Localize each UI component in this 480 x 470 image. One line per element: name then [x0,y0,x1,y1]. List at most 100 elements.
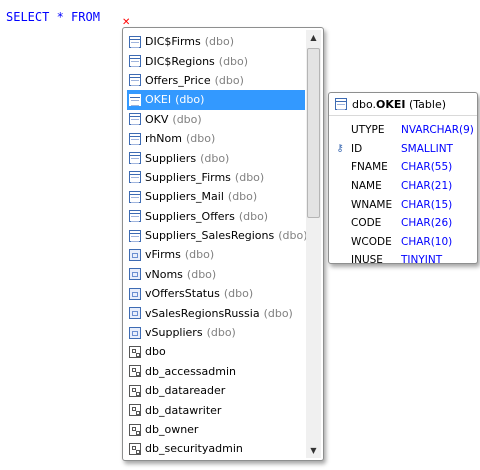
autocomplete-item[interactable]: db_accessadmin [127,362,305,381]
view-icon [129,287,141,300]
column-row: NAME CHAR(21) [329,177,477,196]
scrollbar[interactable]: ▲ ▼ [306,30,321,458]
item-schema: (dbo) [238,209,269,223]
column-list: UTYPE NVARCHAR(9) ⚷ ID SMALLINT FNAME CHAR(55)… [329,121,477,264]
column-name: CODE [351,217,382,230]
column-type: TINYINT [401,254,443,264]
table-icon [129,229,141,242]
autocomplete-item[interactable]: vOffersStatus (dbo) [127,284,305,303]
scrollbar-thumb[interactable] [307,48,320,218]
autocomplete-item[interactable]: vNoms (dbo) [127,265,305,284]
item-name: rhNom [145,132,182,146]
item-name: db_securityadmin [145,442,243,456]
table-icon [129,132,141,145]
autocomplete-item[interactable]: db_owner [127,420,305,439]
column-type: CHAR(26) [401,217,453,230]
autocomplete-item[interactable]: DIC$Regions (dbo) [127,51,305,70]
autocomplete-item[interactable]: DIC$Firms (dbo) [127,32,305,51]
item-name: vSalesRegionsRussia [145,306,260,320]
item-schema: (dbo) [214,73,244,87]
column-name: NAME [351,180,382,193]
column-name: FNAME [351,161,388,174]
tooltip-schema-prefix: dbo. [352,97,376,111]
schema-icon [129,384,141,397]
autocomplete-item[interactable]: Offers_Price (dbo) [127,71,305,90]
autocomplete-item[interactable]: rhNom (dbo) [127,129,305,148]
item-schema: (dbo) [175,93,205,107]
column-row: INUSE TINYINT [329,251,477,264]
tooltip-object-name: OKEI [376,97,406,111]
item-name: vNoms [145,267,183,281]
item-schema: (dbo) [218,54,249,68]
item-name: Suppliers_SalesRegions [145,229,275,243]
object-info-tooltip: dbo. OKEI (Table) UTYPE NVARCHAR(9) ⚷ ID SMAL… [328,92,478,264]
item-schema: (dbo) [186,267,217,281]
column-row: WNAME CHAR(15) [329,195,477,214]
scroll-up-icon[interactable]: ▲ [306,30,321,45]
table-icon [129,35,141,48]
scroll-down-icon[interactable]: ▼ [306,443,321,458]
autocomplete-item[interactable]: db_datareader [127,381,305,400]
autocomplete-item[interactable]: Suppliers (dbo) [127,148,305,167]
item-schema: (dbo) [227,190,258,204]
autocomplete-item[interactable]: OKV (dbo) [127,110,305,129]
item-schema: (dbo) [204,35,235,49]
item-schema: (dbo) [263,306,293,320]
item-name: OKV [145,112,169,126]
table-icon [335,98,347,110]
sql-editor-line[interactable]: SELECT * FROM [6,10,100,24]
autocomplete-item[interactable]: OKEI (dbo) [127,90,305,110]
schema-icon [129,345,141,358]
item-name: Suppliers_Mail [145,190,224,204]
column-row: CODE CHAR(26) [329,214,477,233]
column-type: CHAR(15) [401,198,453,211]
schema-icon [129,365,141,378]
autocomplete-item[interactable]: Suppliers_Mail (dbo) [127,187,305,206]
autocomplete-item[interactable]: dbo [127,342,305,361]
item-schema: (dbo) [172,112,202,126]
table-icon [129,171,141,184]
autocomplete-item[interactable]: db_securityadmin [127,439,305,458]
autocomplete-item[interactable]: vSalesRegionsRussia (dbo) [127,303,305,322]
autocomplete-item[interactable]: Suppliers_Firms (dbo) [127,168,305,187]
autocomplete-popup[interactable]: DIC$Firms (dbo) DIC$Regions (dbo) Offers_Pri… [122,27,324,461]
item-name: db_owner [145,423,199,436]
table-icon [129,55,141,68]
autocomplete-list[interactable]: DIC$Firms (dbo) DIC$Regions (dbo) Offers_Pri… [127,32,308,459]
column-name: WCODE [351,235,392,248]
item-name: dbo [145,345,166,359]
autocomplete-item[interactable]: vSuppliers (dbo) [127,323,305,342]
tooltip-header: dbo. OKEI (Table) [329,93,477,116]
schema-icon [129,404,141,417]
item-name: vFirms [145,248,181,262]
column-type: CHAR(21) [401,180,453,193]
item-schema: (dbo) [234,170,265,184]
view-icon [129,326,141,339]
schema-icon [129,423,141,436]
item-name: vOffersStatus [145,287,220,301]
autocomplete-item[interactable]: db_datawriter [127,400,305,419]
autocomplete-item[interactable]: Suppliers_Offers (dbo) [127,207,305,226]
autocomplete-item[interactable]: vFirms (dbo) [127,245,305,264]
item-name: Suppliers_Offers [145,209,235,223]
autocomplete-item[interactable]: Suppliers_SalesRegions (dbo) [127,226,308,245]
item-name: Offers_Price [145,73,211,87]
view-icon [129,268,141,281]
item-schema: (dbo) [278,229,308,243]
column-name: WNAME [351,198,393,211]
view-icon [129,307,141,320]
column-row: FNAME CHAR(55) [329,158,477,177]
item-schema: (dbo) [185,132,216,146]
table-icon [129,190,141,203]
item-name: DIC$Firms [145,35,201,49]
item-schema: (dbo) [200,151,230,165]
column-name: UTYPE [351,124,385,137]
column-type: CHAR(55) [401,161,453,174]
table-icon [129,152,141,165]
column-name: ID [351,142,363,155]
item-schema: (dbo) [223,287,254,301]
column-type: NVARCHAR(9) [401,124,474,137]
column-row: ⚷ ID SMALLINT [329,140,477,159]
column-type: CHAR(10) [401,235,453,248]
item-name: vSuppliers [145,326,203,340]
